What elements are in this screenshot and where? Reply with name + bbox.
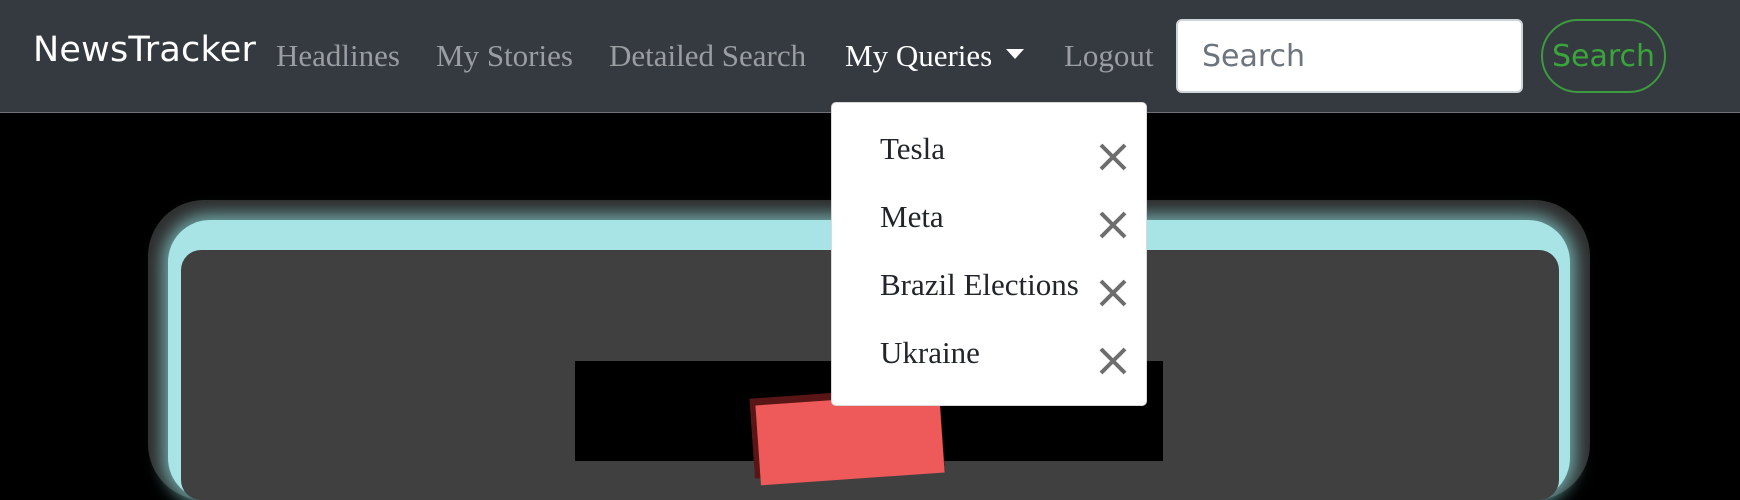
nav-my-queries-label: My Queries [845,38,993,73]
hero-image-shape [755,392,945,486]
query-label: Tesla [880,131,945,166]
search-button[interactable]: Search [1541,19,1666,93]
top-navbar: NewsTracker Headlines My Stories Detaile… [0,0,1740,113]
my-queries-dropdown: Tesla Meta Brazil Elections Ukraine [831,102,1147,406]
nav-my-stories[interactable]: My Stories [436,38,573,74]
close-icon[interactable] [1095,207,1131,243]
query-item-tesla[interactable]: Tesla [832,119,1148,187]
query-item-brazil-elections[interactable]: Brazil Elections [832,255,1148,323]
caret-down-icon [1006,48,1025,59]
nav-detailed-search[interactable]: Detailed Search [609,38,806,74]
query-label: Meta [880,199,944,234]
nav-logout[interactable]: Logout [1064,38,1154,74]
nav-my-queries[interactable]: My Queries [845,38,1025,74]
search-input[interactable] [1176,19,1523,93]
query-item-meta[interactable]: Meta [832,187,1148,255]
close-icon[interactable] [1095,275,1131,311]
close-icon[interactable] [1095,343,1131,379]
query-item-ukraine[interactable]: Ukraine [832,323,1148,391]
brand-logo[interactable]: NewsTracker [33,30,256,70]
nav-headlines[interactable]: Headlines [276,38,400,74]
query-label: Ukraine [880,335,980,370]
query-label: Brazil Elections [880,267,1079,302]
close-icon[interactable] [1095,139,1131,175]
